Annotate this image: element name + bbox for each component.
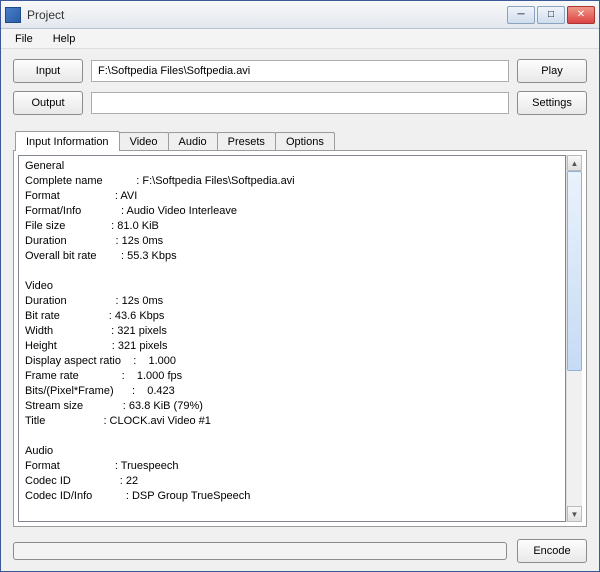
tab-region: Input Information Video Audio Presets Op… (13, 129, 587, 527)
output-path-field[interactable] (91, 92, 509, 114)
app-window: Project ─ □ ✕ File Help Input Play Outpu… (0, 0, 600, 572)
close-button[interactable]: ✕ (567, 6, 595, 24)
main-area: Input Play Output Settings Input Informa… (1, 49, 599, 571)
play-button[interactable]: Play (517, 59, 587, 83)
tab-presets[interactable]: Presets (217, 132, 276, 151)
minimize-button[interactable]: ─ (507, 6, 535, 24)
menubar: File Help (1, 29, 599, 49)
scroll-up-button[interactable]: ▲ (567, 155, 582, 171)
output-row: Output Settings (13, 91, 587, 115)
settings-button[interactable]: Settings (517, 91, 587, 115)
scroll-track[interactable] (567, 171, 582, 506)
window-controls: ─ □ ✕ (507, 6, 595, 24)
progress-bar (13, 542, 507, 560)
tab-panel: General Complete name : F:\Softpedia Fil… (13, 150, 587, 527)
scroll-down-button[interactable]: ▼ (567, 506, 582, 522)
bottom-row: Encode (13, 535, 587, 563)
titlebar[interactable]: Project ─ □ ✕ (1, 1, 599, 29)
input-row: Input Play (13, 59, 587, 83)
tab-strip: Input Information Video Audio Presets Op… (13, 129, 587, 151)
output-button[interactable]: Output (13, 91, 83, 115)
window-title: Project (27, 8, 507, 22)
app-icon (5, 7, 21, 23)
maximize-button[interactable]: □ (537, 6, 565, 24)
menu-file[interactable]: File (5, 31, 43, 47)
vertical-scrollbar[interactable]: ▲ ▼ (566, 155, 582, 522)
menu-help[interactable]: Help (43, 31, 86, 47)
input-path-field[interactable] (91, 60, 509, 82)
input-button[interactable]: Input (13, 59, 83, 83)
tab-audio[interactable]: Audio (168, 132, 218, 151)
media-info-text[interactable]: General Complete name : F:\Softpedia Fil… (18, 155, 566, 522)
encode-button[interactable]: Encode (517, 539, 587, 563)
tab-options[interactable]: Options (275, 132, 335, 151)
scroll-thumb[interactable] (567, 171, 582, 371)
tab-input-information[interactable]: Input Information (15, 131, 120, 151)
tab-video[interactable]: Video (119, 132, 169, 151)
